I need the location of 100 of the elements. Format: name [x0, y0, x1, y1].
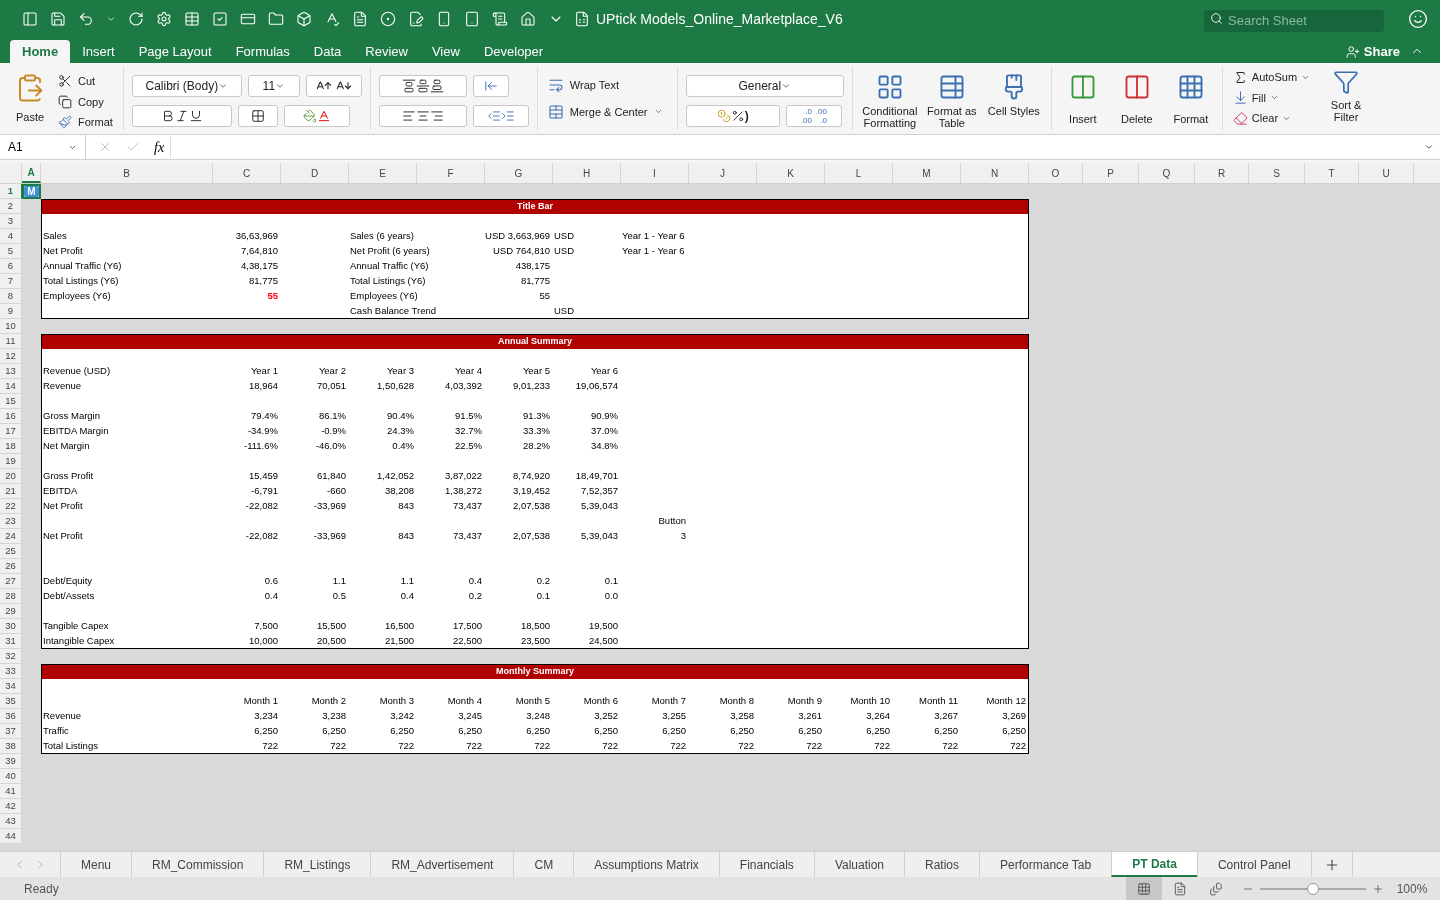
column-header[interactable]: O: [1029, 163, 1083, 183]
column-header[interactable]: H: [553, 163, 621, 183]
checkbox-icon[interactable]: [212, 11, 228, 27]
undo-icon[interactable]: [78, 11, 94, 27]
decrease-decimal-button[interactable]: .00 .0: [813, 107, 829, 125]
column-header[interactable]: F: [417, 163, 485, 183]
ribbon-tab[interactable]: Developer: [471, 40, 556, 63]
row-number[interactable]: 12: [0, 349, 22, 364]
indent-icon[interactable]: [500, 109, 515, 123]
row-number[interactable]: 23: [0, 514, 22, 529]
increase-decimal-button[interactable]: .0 .00: [798, 107, 814, 125]
fill-color-icon[interactable]: [302, 109, 317, 123]
column-header[interactable]: M: [893, 163, 961, 183]
underline-icon[interactable]: [188, 109, 203, 123]
insert-function-button[interactable]: fx: [154, 136, 172, 158]
row-number[interactable]: 24: [0, 529, 22, 544]
row-number[interactable]: 41: [0, 784, 22, 799]
gear-icon[interactable]: [156, 11, 172, 27]
percent-icon[interactable]: [730, 109, 745, 123]
column-header[interactable]: Q: [1139, 163, 1195, 183]
page-layout-icon[interactable]: [1173, 881, 1187, 896]
italic-icon[interactable]: [174, 109, 189, 123]
document-icon[interactable]: [352, 11, 368, 27]
ribbon-tab[interactable]: Home: [10, 40, 71, 63]
column-header[interactable]: B: [41, 163, 213, 183]
row-number[interactable]: 8: [0, 289, 22, 304]
row-number[interactable]: 6: [0, 259, 22, 274]
search-icon[interactable]: [1210, 12, 1223, 25]
document-pen-icon[interactable]: [408, 11, 424, 27]
row-number[interactable]: 32: [0, 649, 22, 664]
column-header[interactable]: J: [689, 163, 757, 183]
align-right-icon[interactable]: [429, 109, 444, 123]
ribbon-tab[interactable]: View: [419, 40, 472, 63]
normal-view-icon[interactable]: [1137, 881, 1151, 896]
cells-button[interactable]: Delete: [1113, 73, 1160, 128]
column-header[interactable]: L: [825, 163, 893, 183]
font-color-icon[interactable]: [316, 109, 331, 123]
table-icon[interactable]: [184, 11, 200, 27]
row-number[interactable]: 7: [0, 274, 22, 289]
align-bottom-icon[interactable]: [429, 79, 444, 93]
cube-icon[interactable]: [296, 11, 312, 27]
comma-style-button[interactable]: ): [744, 107, 749, 125]
sort-filter-button[interactable]: Sort & Filter: [1320, 63, 1373, 134]
row-number[interactable]: 15: [0, 394, 22, 409]
align-center-icon[interactable]: [415, 109, 430, 123]
format-painter-button[interactable]: Format: [58, 114, 113, 131]
folder-icon[interactable]: [268, 11, 284, 27]
column-header[interactable]: G: [485, 163, 553, 183]
row-number[interactable]: 18: [0, 439, 22, 454]
row-number[interactable]: 31: [0, 634, 22, 649]
row-number[interactable]: 17: [0, 424, 22, 439]
cells-button[interactable]: Insert: [1059, 73, 1106, 128]
cells-button[interactable]: Format: [1167, 73, 1214, 128]
sidebar-icon[interactable]: [22, 11, 38, 27]
outdent-icon[interactable]: [486, 109, 501, 123]
row-number[interactable]: 20: [0, 469, 22, 484]
row-number[interactable]: 4: [0, 229, 22, 244]
number-format-field[interactable]: General: [685, 75, 844, 97]
row-number[interactable]: 16: [0, 409, 22, 424]
row-number[interactable]: 38: [0, 739, 22, 754]
row-number[interactable]: 21: [0, 484, 22, 499]
smiley-icon[interactable]: [1408, 9, 1428, 29]
row-number[interactable]: 14: [0, 379, 22, 394]
row-number[interactable]: 33: [0, 664, 22, 679]
borders-icon[interactable]: [250, 109, 265, 123]
ribbon-tab[interactable]: Page Layout: [126, 40, 224, 63]
column-header[interactable]: K: [757, 163, 825, 183]
row-number[interactable]: 39: [0, 754, 22, 769]
caret-icon[interactable]: [106, 14, 116, 24]
row-number[interactable]: 5: [0, 244, 22, 259]
row-number[interactable]: 35: [0, 694, 22, 709]
column-header[interactable]: N: [961, 163, 1029, 183]
font-size-field[interactable]: 11: [247, 75, 300, 97]
expand-icon[interactable]: [1424, 142, 1434, 152]
row-number[interactable]: 36: [0, 709, 22, 724]
row-number[interactable]: 44: [0, 829, 22, 844]
row-number[interactable]: 10: [0, 319, 22, 334]
row-number[interactable]: 34: [0, 679, 22, 694]
copy-button[interactable]: Copy: [58, 93, 113, 110]
ribbon-tab[interactable]: Review: [353, 40, 420, 63]
paste-button[interactable]: Paste: [8, 73, 52, 126]
row-number[interactable]: 13: [0, 364, 22, 379]
column-header[interactable]: U: [1359, 163, 1414, 183]
autosum-button[interactable]: AutoSum: [1232, 69, 1311, 86]
row-number[interactable]: 2: [0, 199, 22, 214]
share-button[interactable]: Share: [1345, 40, 1400, 63]
row-number[interactable]: 29: [0, 604, 22, 619]
row-number[interactable]: 30: [0, 619, 22, 634]
row-number[interactable]: 3: [0, 214, 22, 229]
radio-icon[interactable]: [380, 11, 396, 27]
zoom-in-icon[interactable]: [1372, 882, 1384, 895]
caret-icon[interactable]: [275, 81, 286, 91]
save-icon[interactable]: [50, 11, 66, 27]
name-box[interactable]: A1: [0, 135, 86, 159]
row-number[interactable]: 42: [0, 799, 22, 814]
column-header[interactable]: S: [1249, 163, 1305, 183]
row-number[interactable]: 19: [0, 454, 22, 469]
styles-button[interactable]: Conditional Formatting: [860, 73, 919, 129]
column-header[interactable]: I: [621, 163, 689, 183]
row-number[interactable]: 28: [0, 589, 22, 604]
